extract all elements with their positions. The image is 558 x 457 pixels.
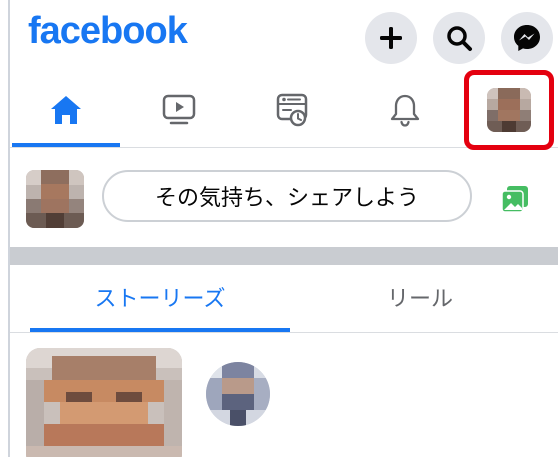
plus-icon bbox=[380, 27, 402, 49]
facebook-logo[interactable]: facebook bbox=[28, 10, 188, 53]
search-button[interactable] bbox=[433, 12, 485, 64]
profile-highlight-box bbox=[464, 70, 554, 150]
tab-reels[interactable]: リール bbox=[290, 266, 550, 328]
feeds-icon bbox=[276, 93, 308, 127]
tab-home[interactable] bbox=[12, 78, 120, 142]
tab-video[interactable] bbox=[125, 78, 233, 142]
friend-story-avatar[interactable] bbox=[206, 362, 270, 426]
photo-icon[interactable] bbox=[500, 184, 530, 214]
stories-reels-tabs: ストーリーズ リール bbox=[10, 266, 558, 333]
tab-feeds[interactable] bbox=[238, 78, 346, 142]
section-separator bbox=[10, 247, 558, 265]
post-composer: その気持ち、シェアしよう bbox=[10, 160, 558, 236]
tab-stories[interactable]: ストーリーズ bbox=[30, 266, 290, 328]
stories-divider bbox=[10, 332, 558, 333]
search-icon bbox=[447, 26, 472, 51]
whats-on-your-mind-input[interactable]: その気持ち、シェアしよう bbox=[102, 170, 472, 222]
create-story-card[interactable] bbox=[26, 348, 182, 457]
home-icon bbox=[51, 96, 81, 124]
app-frame: facebook その気持ち、シェアしよう ストーリーズ リール bbox=[8, 0, 558, 457]
create-button[interactable] bbox=[365, 12, 417, 64]
messenger-icon bbox=[514, 25, 540, 51]
bell-icon bbox=[390, 94, 420, 127]
video-icon bbox=[162, 94, 196, 125]
user-avatar[interactable] bbox=[26, 170, 84, 228]
tab-notifications[interactable] bbox=[351, 78, 459, 142]
messenger-button[interactable] bbox=[501, 12, 553, 64]
